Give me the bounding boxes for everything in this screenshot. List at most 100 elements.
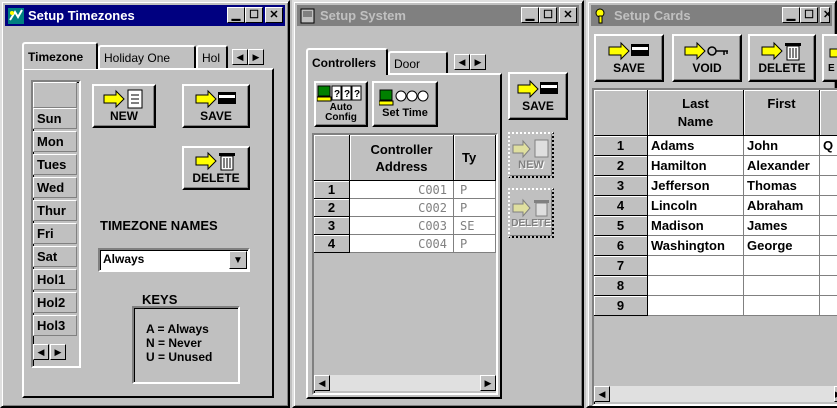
scroll-left-icon[interactable]: ◀ (594, 386, 610, 402)
maximize-icon[interactable]: ☐ (245, 7, 263, 23)
extra-cell[interactable] (820, 176, 837, 196)
column-header[interactable] (820, 90, 837, 136)
column-header[interactable]: Controller Address (350, 135, 454, 181)
row-header[interactable]: 3 (314, 217, 350, 235)
column-header[interactable]: First (744, 90, 820, 136)
first-name-cell[interactable] (744, 296, 820, 316)
day-item[interactable]: Wed (33, 177, 77, 198)
new-button[interactable]: NEW (508, 132, 554, 178)
controller-type-cell[interactable]: P (454, 181, 496, 199)
controller-type-cell[interactable]: SE (454, 217, 496, 235)
tab-scroll-left-icon[interactable]: ◀ (454, 54, 470, 70)
partial-toolbar-button[interactable]: E (822, 34, 837, 82)
row-header[interactable]: 2 (314, 199, 350, 217)
day-item[interactable]: Hol1 (33, 269, 77, 290)
extra-cell[interactable] (820, 256, 837, 276)
tab-scroll-left-icon[interactable]: ◀ (232, 49, 248, 65)
cards-scrollbar[interactable]: ◀ ▶ (594, 386, 837, 402)
minimize-icon[interactable]: ▁ (521, 7, 539, 23)
last-name-cell[interactable]: Hamilton (648, 156, 744, 176)
timezones-titlebar[interactable]: Setup Timezones ▁ ☐ ✕ (5, 5, 285, 26)
new-button[interactable]: NEW (92, 84, 156, 128)
close-icon[interactable]: ✕ (820, 7, 830, 23)
row-header[interactable]: 9 (594, 296, 648, 316)
scroll-right-icon[interactable]: ▶ (480, 375, 496, 391)
scroll-left-icon[interactable]: ◀ (314, 375, 330, 391)
controller-address-cell[interactable]: C002 (350, 199, 454, 217)
last-name-cell[interactable]: Adams (648, 136, 744, 156)
auto-config-button[interactable]: ??? Auto Config (314, 81, 368, 127)
extra-cell[interactable] (820, 156, 837, 176)
extra-cell[interactable] (820, 296, 837, 316)
chevron-down-icon[interactable]: ▼ (229, 251, 247, 269)
row-header[interactable]: 6 (594, 236, 648, 256)
last-name-cell[interactable] (648, 296, 744, 316)
controllers-scrollbar[interactable]: ◀ ▶ (314, 375, 496, 391)
last-name-cell[interactable]: Washington (648, 236, 744, 256)
controller-type-cell[interactable]: P (454, 235, 496, 253)
save-button[interactable]: SAVE (182, 84, 250, 128)
tab-holiday-one[interactable]: Holiday One (98, 45, 196, 69)
delete-button[interactable]: DELETE (182, 146, 250, 190)
first-name-cell[interactable]: George (744, 236, 820, 256)
tab-scroll-right-icon[interactable]: ▶ (248, 49, 264, 65)
set-time-button[interactable]: Set Time (372, 81, 438, 127)
tab-controllers[interactable]: Controllers (306, 48, 388, 75)
tab-timezone[interactable]: Timezone (22, 42, 98, 69)
extra-cell[interactable] (820, 216, 837, 236)
cards-titlebar[interactable]: Setup Cards ▁ ☐ ✕ (591, 5, 832, 26)
last-name-cell[interactable] (648, 276, 744, 296)
day-list-scrollbar[interactable]: ◀ ▶ (33, 344, 73, 360)
row-header[interactable]: 7 (594, 256, 648, 276)
first-name-cell[interactable] (744, 256, 820, 276)
maximize-icon[interactable]: ☐ (800, 7, 818, 23)
row-header[interactable]: 8 (594, 276, 648, 296)
first-name-cell[interactable]: John (744, 136, 820, 156)
system-titlebar[interactable]: Setup System ▁ ☐ ✕ (297, 5, 579, 26)
tab-door[interactable]: Door (388, 51, 448, 75)
minimize-icon[interactable]: ▁ (782, 7, 800, 23)
day-item[interactable]: Thur (33, 200, 77, 221)
save-button[interactable]: SAVE (508, 72, 568, 120)
day-item[interactable]: Sun (33, 108, 77, 129)
maximize-icon[interactable]: ☐ (539, 7, 557, 23)
row-header[interactable]: 5 (594, 216, 648, 236)
day-item[interactable]: Sat (33, 246, 77, 267)
delete-button[interactable]: DELETE (508, 188, 554, 238)
tab-holiday-partial[interactable]: Hol (196, 45, 228, 69)
row-header[interactable]: 4 (314, 235, 350, 253)
void-button[interactable]: VOID (672, 34, 742, 82)
delete-button[interactable]: DELETE (748, 34, 816, 82)
first-name-cell[interactable]: Abraham (744, 196, 820, 216)
first-name-cell[interactable]: Alexander (744, 156, 820, 176)
extra-cell[interactable] (820, 236, 837, 256)
row-header[interactable]: 1 (314, 181, 350, 199)
first-name-cell[interactable]: James (744, 216, 820, 236)
save-button[interactable]: SAVE (594, 34, 664, 82)
controller-address-cell[interactable]: C003 (350, 217, 454, 235)
last-name-cell[interactable]: Jefferson (648, 176, 744, 196)
day-item[interactable]: Fri (33, 223, 77, 244)
row-header[interactable]: 3 (594, 176, 648, 196)
close-icon[interactable]: ✕ (265, 7, 283, 23)
extra-cell[interactable] (820, 196, 837, 216)
row-header[interactable]: 1 (594, 136, 648, 156)
row-header[interactable]: 4 (594, 196, 648, 216)
controller-type-cell[interactable]: P (454, 199, 496, 217)
day-item[interactable]: Hol3 (33, 315, 77, 336)
column-header[interactable]: Last Name (648, 90, 744, 136)
last-name-cell[interactable]: Lincoln (648, 196, 744, 216)
scroll-left-icon[interactable]: ◀ (33, 344, 49, 360)
day-item[interactable]: Mon (33, 131, 77, 152)
extra-cell[interactable] (820, 276, 837, 296)
controller-address-cell[interactable]: C001 (350, 181, 454, 199)
row-header[interactable]: 2 (594, 156, 648, 176)
close-icon[interactable]: ✕ (559, 7, 577, 23)
day-item[interactable]: Tues (33, 154, 77, 175)
scroll-right-icon[interactable]: ▶ (50, 344, 66, 360)
first-name-cell[interactable] (744, 276, 820, 296)
minimize-icon[interactable]: ▁ (227, 7, 245, 23)
timezone-names-select[interactable]: Always ▼ (98, 248, 250, 272)
controller-address-cell[interactable]: C004 (350, 235, 454, 253)
day-item[interactable]: Hol2 (33, 292, 77, 313)
